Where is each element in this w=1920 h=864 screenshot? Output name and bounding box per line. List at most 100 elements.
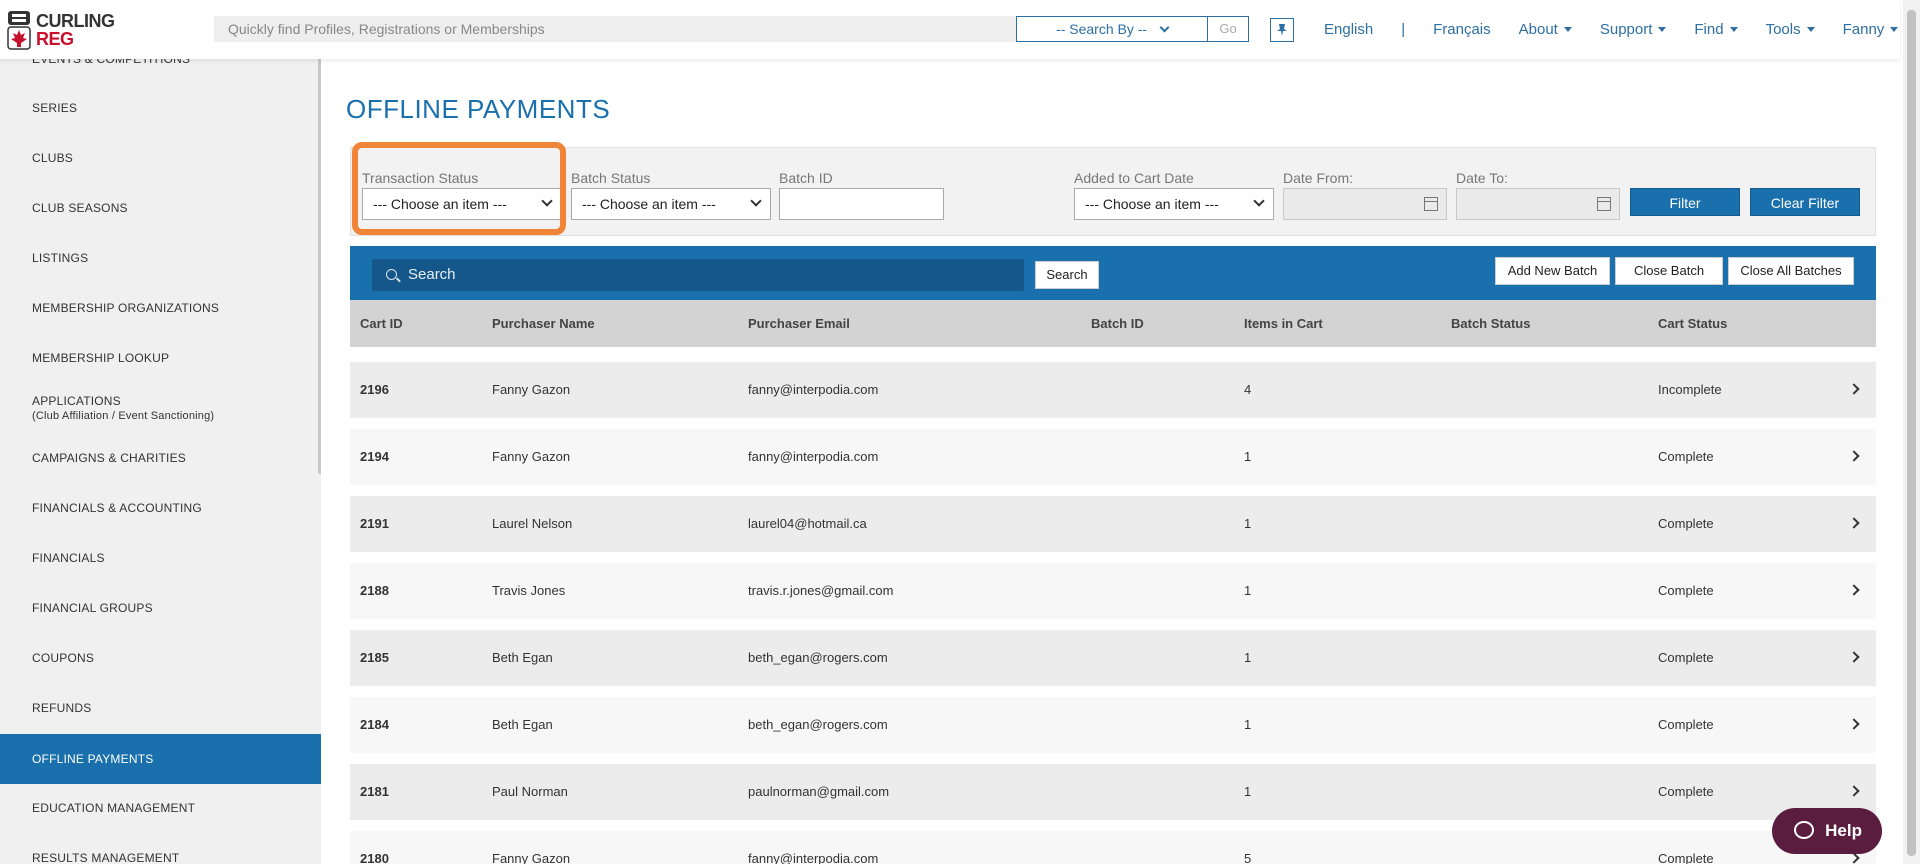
col-purchaser-email[interactable]: Purchaser Email (748, 300, 850, 347)
sidebar-item-club-seasons[interactable]: CLUB SEASONS (0, 201, 321, 215)
sidebar-item-refunds[interactable]: REFUNDS (0, 701, 321, 715)
help-button[interactable]: Help (1772, 808, 1882, 854)
nav-english[interactable]: English (1324, 21, 1373, 38)
batch-id-label: Batch ID (779, 170, 833, 186)
col-batch-id[interactable]: Batch ID (1091, 300, 1144, 347)
nav-support-label: Support (1599, 20, 1653, 38)
table-toolbar: Search Search Add New Batch Close Batch … (350, 246, 1876, 300)
chat-bubble-icon (1794, 821, 1814, 839)
search-by-label: -- Search By -- (1056, 21, 1148, 37)
chevron-right-icon[interactable] (1848, 785, 1860, 797)
go-button[interactable]: Go (1208, 16, 1249, 42)
calendar-icon[interactable] (1424, 197, 1438, 211)
chevron-right-icon[interactable] (1848, 584, 1860, 596)
sidebar-item-results-management[interactable]: RESULTS MANAGEMENT (0, 851, 321, 864)
sidebar-item-coupons[interactable]: COUPONS (0, 651, 321, 665)
added-to-cart-date-value: --- Choose an item --- (1085, 196, 1219, 212)
chevron-right-icon[interactable] (1848, 651, 1860, 663)
col-cart-status[interactable]: Cart Status (1658, 300, 1727, 347)
sidebar-item-education-management[interactable]: EDUCATION MANAGEMENT (0, 801, 321, 815)
table-search-input[interactable]: Search (372, 259, 1024, 291)
chevron-right-icon[interactable] (1848, 383, 1860, 395)
chevron-right-icon[interactable] (1848, 852, 1860, 864)
col-cart-id[interactable]: Cart ID (360, 300, 403, 347)
close-all-batches-button[interactable]: Close All Batches (1728, 257, 1854, 285)
chevron-right-icon[interactable] (1848, 450, 1860, 462)
chevron-right-icon[interactable] (1848, 517, 1860, 529)
cell-purchaser-name: Fanny Gazon (492, 382, 571, 397)
logo-line1: CURLING (36, 11, 115, 31)
cell-cart-id: 2184 (360, 717, 389, 732)
chevron-right-icon[interactable] (1848, 718, 1860, 730)
table-row[interactable]: 2180 Fanny Gazon fanny@interpodia.com 5 Comp… (350, 831, 1876, 864)
table-row[interactable]: 2181 Paul Norman paulnorman@gmail.com 1 Comp… (350, 764, 1876, 820)
table-header: Cart ID Purchaser Name Purchaser Email B… (350, 300, 1876, 347)
search-button[interactable]: Search (1035, 261, 1099, 289)
nav-about-label: About (1518, 20, 1558, 38)
batch-status-select[interactable]: --- Choose an item --- (571, 188, 771, 220)
sidebar-item-series[interactable]: SERIES (0, 101, 321, 115)
pin-button[interactable] (1270, 18, 1294, 42)
col-items-in-cart[interactable]: Items in Cart (1244, 300, 1323, 347)
page-scrollbar[interactable] (1903, 0, 1920, 864)
clear-filter-button[interactable]: Clear Filter (1750, 188, 1860, 216)
added-to-cart-date-select[interactable]: --- Choose an item --- (1074, 188, 1274, 220)
search-by-select[interactable]: -- Search By -- (1016, 16, 1208, 42)
curling-reg-logo[interactable]: CURLING REG (6, 8, 115, 52)
nav-about[interactable]: About (1519, 21, 1572, 38)
cell-purchaser-email: fanny@interpodia.com (748, 382, 879, 397)
cell-purchaser-email: fanny@interpodia.com (748, 449, 879, 464)
top-bar: CURLING REG Quickly find Profiles, Regis… (0, 0, 1900, 59)
cell-cart-status: Complete (1658, 650, 1714, 665)
table-row[interactable]: 2188 Travis Jones travis.r.jones@gmail.com… (350, 563, 1876, 619)
table-row[interactable]: 2185 Beth Egan beth_egan@rogers.com 1 Comple… (350, 630, 1876, 686)
sidebar-item-financial-groups[interactable]: FINANCIAL GROUPS (0, 601, 321, 615)
cell-cart-status: Incomplete (1658, 382, 1722, 397)
batch-status-value: --- Choose an item --- (582, 196, 716, 212)
search-icon (386, 269, 397, 280)
nav-tools[interactable]: Tools (1766, 21, 1815, 38)
quick-search-input[interactable]: Quickly find Profiles, Registrations or … (214, 16, 1016, 42)
cell-purchaser-name: Beth Egan (492, 650, 553, 665)
sidebar-item-listings[interactable]: LISTINGS (0, 251, 321, 265)
sidebar-item-membership-lookup[interactable]: MEMBERSHIP LOOKUP (0, 351, 321, 365)
page-title: OFFLINE PAYMENTS (346, 94, 611, 124)
nav-support[interactable]: Support (1600, 21, 1667, 38)
sidebar-item-applications[interactable]: APPLICATIONS (Club Affiliation / Event S… (0, 394, 321, 422)
nav-find[interactable]: Find (1694, 21, 1738, 38)
chevron-down-icon (1253, 195, 1265, 207)
sidebar-item-sublabel: (Club Affiliation / Event Sanctioning) (32, 410, 215, 422)
cell-items-in-cart: 1 (1244, 784, 1252, 799)
page-scrollbar-thumb[interactable] (1907, 10, 1916, 856)
add-new-batch-button[interactable]: Add New Batch (1495, 257, 1610, 285)
caret-down-icon (1658, 27, 1667, 33)
date-to-label: Date To: (1456, 170, 1508, 186)
cell-purchaser-email: paulnorman@gmail.com (748, 784, 890, 799)
table-row[interactable]: 2191 Laurel Nelson laurel04@hotmail.ca 1 Com… (350, 496, 1876, 552)
table-row[interactable]: 2196 Fanny Gazon fanny@interpodia.com 4 Inco… (350, 362, 1876, 418)
calendar-icon[interactable] (1597, 197, 1611, 211)
transaction-status-select[interactable]: --- Choose an item --- (362, 188, 562, 220)
filter-button[interactable]: Filter (1630, 188, 1740, 216)
sidebar-item-membership-organizations[interactable]: MEMBERSHIP ORGANIZATIONS (0, 301, 321, 315)
cell-cart-id: 2185 (360, 650, 389, 665)
batch-id-input[interactable] (779, 188, 944, 220)
sidebar-item-offline-payments[interactable]: OFFLINE PAYMENTS (0, 734, 321, 784)
table-row[interactable]: 2184 Beth Egan beth_egan@rogers.com 1 Comple… (350, 697, 1876, 753)
cell-purchaser-email: laurel04@hotmail.ca (748, 516, 867, 531)
table-row[interactable]: 2194 Fanny Gazon fanny@interpodia.com 1 Comp… (350, 429, 1876, 485)
close-batch-button[interactable]: Close Batch (1615, 257, 1723, 285)
sidebar-item-financials-accounting[interactable]: FINANCIALS & ACCOUNTING (0, 501, 321, 515)
sidebar-item-campaigns[interactable]: CAMPAIGNS & CHARITIES (0, 451, 321, 465)
nav-francais[interactable]: Français (1433, 21, 1491, 38)
cell-purchaser-email: beth_egan@rogers.com (748, 650, 888, 665)
nav-user[interactable]: Fanny (1843, 21, 1899, 38)
date-to-input[interactable] (1456, 188, 1620, 220)
sidebar-item-financials[interactable]: FINANCIALS (0, 551, 321, 565)
sidebar-scrollbar[interactable] (318, 58, 321, 474)
col-purchaser-name[interactable]: Purchaser Name (492, 300, 595, 347)
col-batch-status[interactable]: Batch Status (1451, 300, 1530, 347)
date-from-input[interactable] (1283, 188, 1447, 220)
chevron-down-icon (1159, 22, 1170, 33)
sidebar-item-clubs[interactable]: CLUBS (0, 151, 321, 165)
